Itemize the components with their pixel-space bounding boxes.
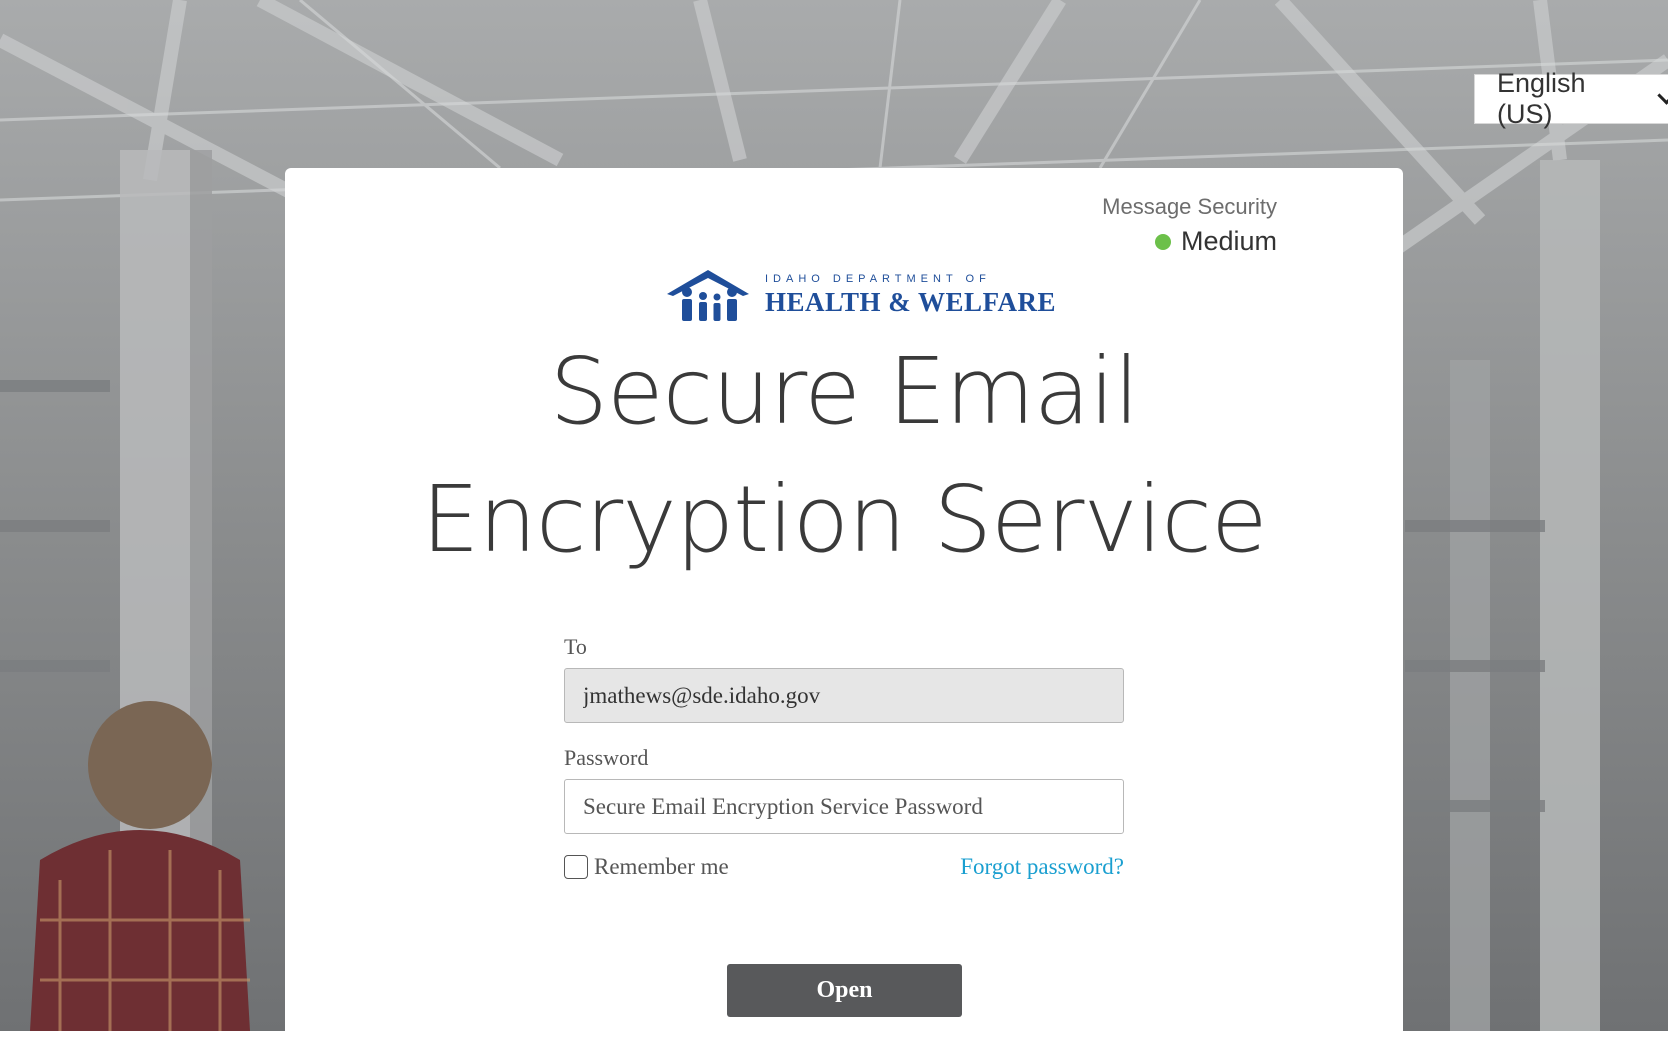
message-security-label: Message Security bbox=[1102, 194, 1277, 219]
language-select[interactable]: English (US) bbox=[1474, 68, 1668, 129]
to-field[interactable] bbox=[564, 668, 1124, 723]
login-form: To Password Remember me Forgot password? bbox=[564, 634, 1124, 880]
password-field[interactable] bbox=[564, 779, 1124, 834]
to-field-group: To bbox=[564, 634, 1124, 723]
status-dot-icon bbox=[1154, 233, 1171, 250]
language-select-label: English (US) bbox=[1497, 68, 1586, 129]
page-title: Secure Email Encryption Service bbox=[285, 328, 1403, 584]
security-level-text: Medium bbox=[1180, 226, 1277, 256]
logo-line-1: IDAHO DEPARTMENT OF bbox=[765, 272, 991, 285]
chevron-down-icon bbox=[1657, 85, 1668, 105]
remember-me-label: Remember me bbox=[594, 854, 729, 879]
to-label: To bbox=[564, 634, 587, 659]
password-field-group: Password bbox=[564, 745, 1124, 834]
organization-logo: IDAHO DEPARTMENT OF HEALTH & WELFARE bbox=[665, 266, 1056, 324]
logo-line-2: HEALTH & WELFARE bbox=[765, 286, 1057, 317]
message-security-level: Medium bbox=[1102, 226, 1277, 257]
options-row: Remember me Forgot password? bbox=[564, 854, 1124, 880]
message-security: Message Security Medium bbox=[1102, 194, 1277, 257]
login-card: Message Security Medium IDAHO DEPARTMENT… bbox=[285, 168, 1403, 1048]
remember-me-checkbox[interactable] bbox=[564, 855, 588, 879]
logo-text: IDAHO DEPARTMENT OF HEALTH & WELFARE bbox=[765, 273, 1056, 318]
password-label: Password bbox=[564, 745, 649, 770]
forgot-password-link[interactable]: Forgot password? bbox=[960, 854, 1124, 880]
family-logo-icon bbox=[667, 270, 749, 321]
open-button[interactable]: Open bbox=[727, 964, 962, 1017]
remember-me[interactable]: Remember me bbox=[564, 854, 729, 880]
page-title-line-2: Encryption Service bbox=[421, 466, 1267, 573]
page-title-line-1: Secure Email bbox=[549, 338, 1140, 445]
